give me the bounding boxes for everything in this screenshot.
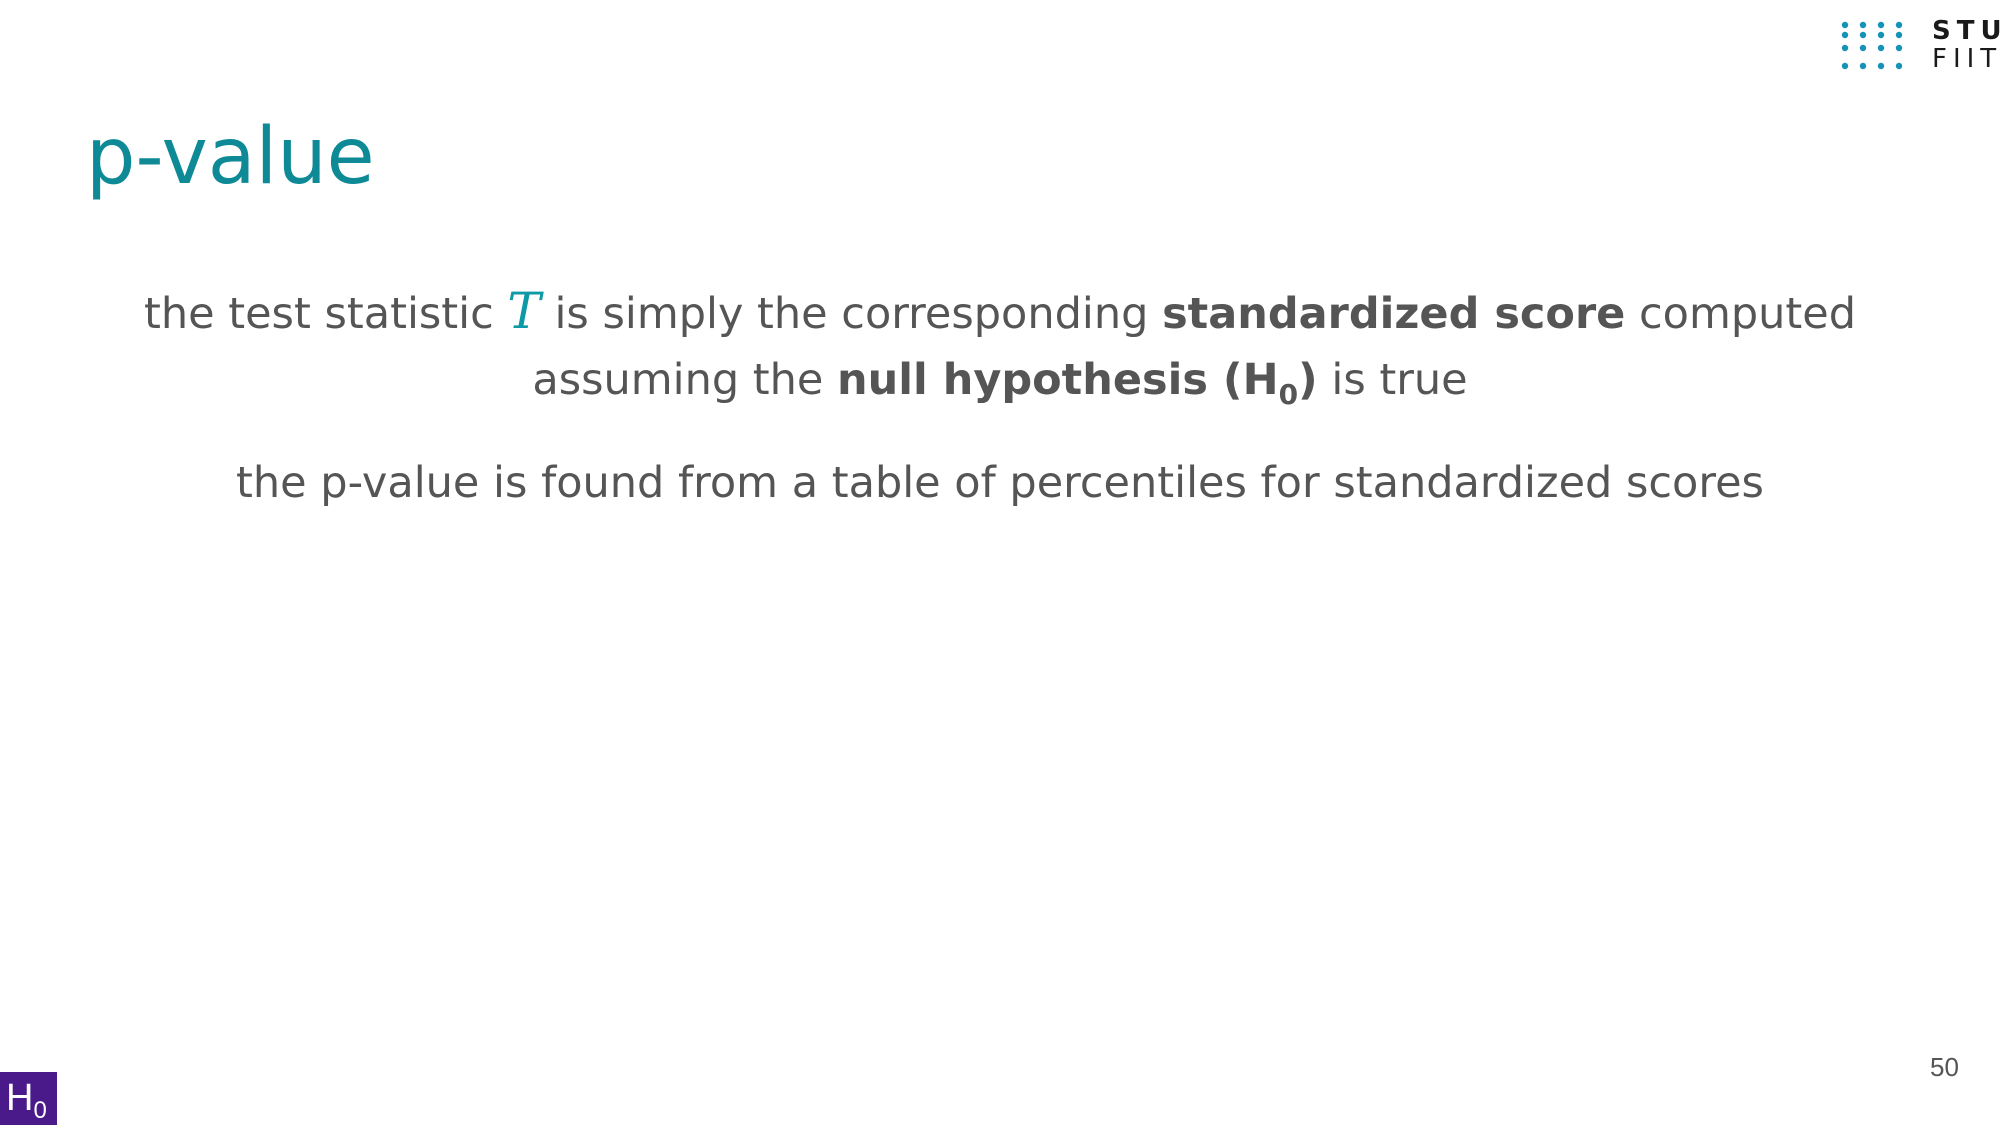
stu-fiit-logo: STU FIIT — [1840, 18, 2000, 74]
page-number: 50 — [1930, 1052, 1959, 1082]
logo-text: STU FIIT — [1932, 18, 2000, 72]
logo-line-fiit: FIIT — [1932, 44, 2000, 74]
math-symbol-t: T — [507, 282, 541, 340]
p1-text-4: is true — [1317, 355, 1468, 405]
p1-text-1: the test statistic — [144, 289, 508, 339]
standardized-score-term: standardized score — [1162, 289, 1626, 339]
null-hypothesis-close: ) — [1298, 355, 1318, 405]
p-value-paragraph: the p-value is found from a table of per… — [236, 458, 1764, 508]
h0-badge-letter: H — [6, 1077, 34, 1119]
p1-text-2: is simply the corresponding — [540, 289, 1163, 339]
null-hypothesis-subscript: 0 — [1278, 378, 1299, 411]
test-statistic-paragraph: the test statistic T is simply the corre… — [100, 278, 1900, 428]
null-hypothesis-term: null hypothesis (H0) — [837, 355, 1318, 411]
null-hypothesis-text: null hypothesis (H — [837, 355, 1279, 405]
logo-line-stu: STU — [1932, 16, 2000, 46]
logo-dot-grid-icon — [1841, 21, 1903, 70]
h0-badge: H0 — [0, 1072, 57, 1125]
slide-title: p-value — [86, 112, 375, 202]
h0-badge-subscript: 0 — [33, 1097, 47, 1124]
